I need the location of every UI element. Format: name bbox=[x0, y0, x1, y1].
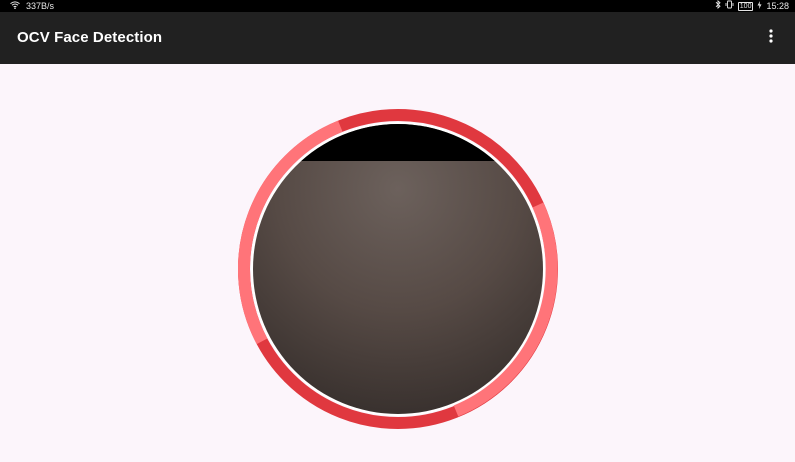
main-content bbox=[0, 64, 795, 462]
wifi-icon bbox=[10, 0, 20, 12]
charging-icon bbox=[757, 0, 762, 12]
network-speed: 337B/s bbox=[26, 1, 55, 11]
battery-icon: 100 bbox=[737, 1, 754, 11]
bluetooth-icon bbox=[715, 0, 721, 12]
clock-time: 15:28 bbox=[766, 1, 789, 11]
more-vert-icon bbox=[769, 28, 773, 48]
status-right: 100 15:28 bbox=[711, 0, 789, 12]
camera-view[interactable] bbox=[238, 109, 558, 429]
status-left: 337B/s bbox=[10, 0, 54, 12]
app-bar: OCV Face Detection bbox=[0, 12, 795, 64]
status-bar: 337B/s 100 15:28 bbox=[0, 0, 795, 12]
overflow-menu-button[interactable] bbox=[755, 22, 787, 54]
app-title: OCV Face Detection bbox=[17, 29, 163, 46]
vibrate-icon bbox=[725, 0, 734, 12]
